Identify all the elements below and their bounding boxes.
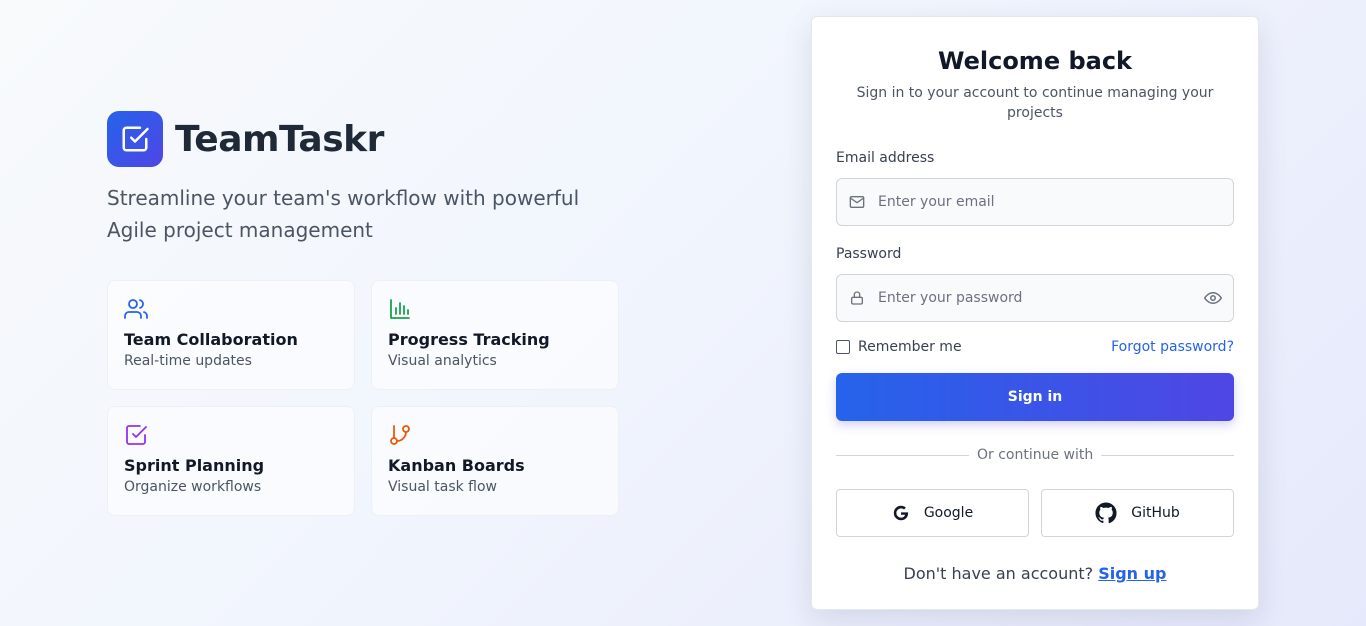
password-label: Password [836, 246, 902, 262]
tagline: Streamline your team's workflow with pow… [107, 186, 580, 242]
bar-chart-icon [390, 299, 410, 319]
feature-title: Team Collaboration [124, 330, 298, 349]
google-button[interactable]: Google [836, 489, 1029, 537]
login-subtitle: Sign in to your account to continue mana… [856, 85, 1214, 121]
google-label: Google [923, 505, 974, 521]
users-icon [124, 299, 148, 319]
email-input[interactable] [878, 194, 1233, 210]
signup-prompt: Don't have an account? [903, 564, 1094, 583]
sign-up-link[interactable]: Sign up [1098, 564, 1166, 583]
brand-name: TeamTaskr [175, 118, 384, 160]
git-branch-icon [390, 425, 410, 445]
feature-title: Progress Tracking [388, 330, 550, 349]
sign-in-button[interactable]: Sign in [836, 373, 1234, 421]
remember-me-label: Remember me [858, 339, 962, 355]
password-input[interactable] [878, 290, 1204, 306]
email-label: Email address [836, 150, 935, 166]
signup-line: Don't have an account? Sign up [812, 564, 1258, 583]
google-icon [893, 505, 908, 521]
feature-title: Sprint Planning [124, 456, 265, 475]
feature-subtitle: Real-time updates [124, 353, 252, 369]
github-icon [1095, 502, 1117, 524]
email-field-wrapper [836, 178, 1234, 226]
feature-subtitle: Organize workflows [124, 479, 262, 495]
feature-card-progress-tracking: Progress Tracking Visual analytics [371, 280, 619, 390]
feature-grid: Team Collaboration Real-time updates Pro… [107, 280, 619, 516]
login-title: Welcome back [937, 47, 1133, 75]
eye-icon[interactable] [1204, 289, 1222, 307]
check-square-icon [122, 126, 149, 152]
github-label: GitHub [1131, 505, 1180, 521]
feature-card-sprint-planning: Sprint Planning Organize workflows [107, 406, 355, 516]
remember-me[interactable]: Remember me [836, 339, 962, 355]
check-square-icon [126, 425, 147, 445]
lock-icon [851, 291, 863, 305]
feature-title: Kanban Boards [388, 456, 525, 475]
feature-card-team-collaboration: Team Collaboration Real-time updates [107, 280, 355, 390]
mail-icon [849, 196, 865, 208]
password-field-wrapper [836, 274, 1234, 322]
logo [107, 111, 163, 167]
feature-subtitle: Visual task flow [388, 479, 497, 495]
brand: TeamTaskr [107, 111, 384, 167]
feature-subtitle: Visual analytics [388, 353, 497, 369]
remember-me-checkbox[interactable] [836, 340, 850, 354]
forgot-password-link[interactable]: Forgot password? [1111, 339, 1234, 355]
divider-text: Or continue with [969, 447, 1102, 463]
feature-card-kanban-boards: Kanban Boards Visual task flow [371, 406, 619, 516]
github-button[interactable]: GitHub [1041, 489, 1234, 537]
login-card: Welcome back Sign in to your account to … [811, 16, 1259, 610]
